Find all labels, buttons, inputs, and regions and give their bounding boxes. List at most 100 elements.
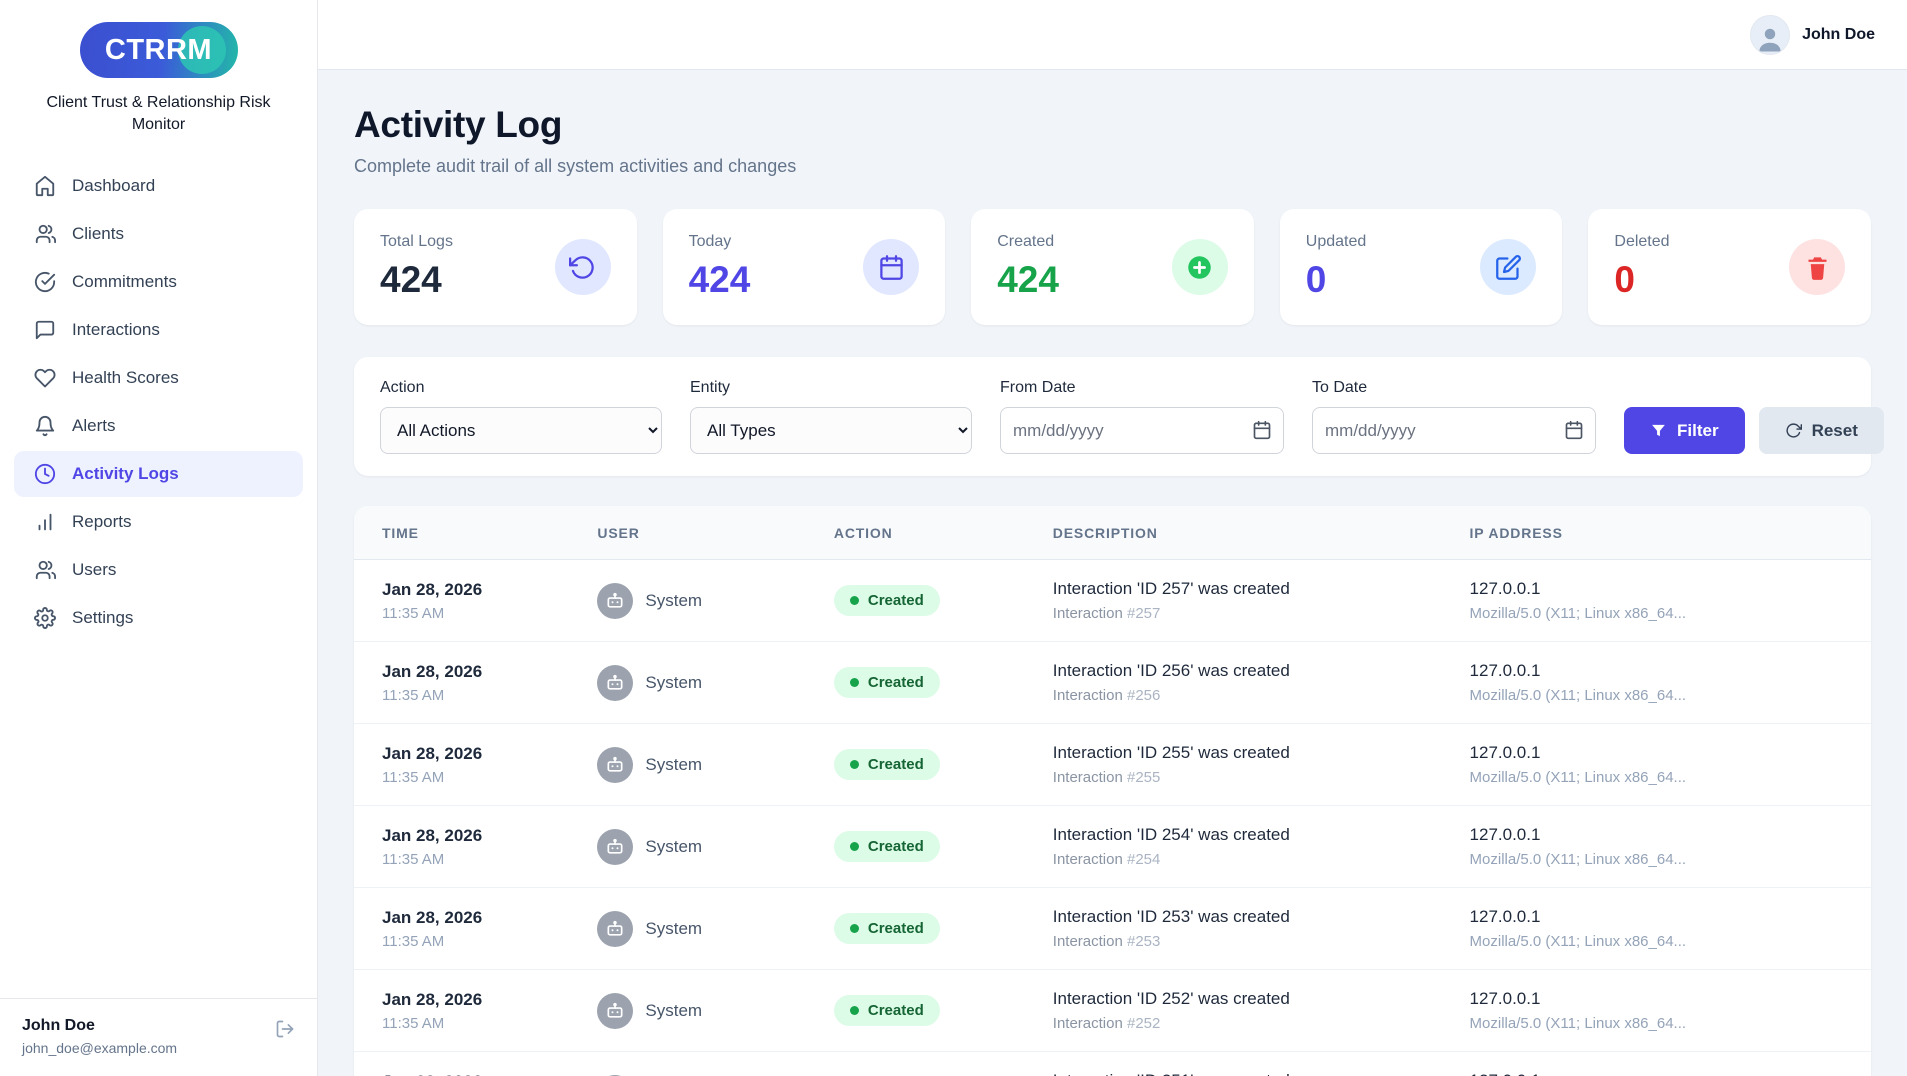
- app-logo: CTRRM: [79, 22, 238, 78]
- to-date-group: To Date: [1312, 379, 1596, 454]
- sidebar-item-alerts[interactable]: Alerts: [14, 403, 303, 449]
- sidebar-item-settings[interactable]: Settings: [14, 595, 303, 641]
- to-date-input[interactable]: [1312, 407, 1596, 454]
- log-ip: 127.0.0.1: [1469, 579, 1541, 598]
- logout-icon[interactable]: [275, 1019, 295, 1039]
- stat-label: Created: [997, 233, 1055, 250]
- stat-value: 0: [1614, 259, 1635, 300]
- log-user-agent: Mozilla/5.0 (X11; Linux x86_64...: [1469, 687, 1687, 704]
- entity-ref: #255: [1127, 769, 1161, 786]
- entity-ref: #254: [1127, 851, 1161, 868]
- user-menu[interactable]: John Doe: [1750, 14, 1875, 55]
- log-date: Jan 28, 2026: [382, 743, 483, 763]
- time-cell: Jan 28, 2026 11:35 AM: [382, 744, 597, 786]
- sidebar-item-label: Users: [72, 559, 117, 579]
- ip-cell: 127.0.0.1 Mozilla/5.0 (X11; Linux x86_64…: [1470, 661, 1843, 704]
- ip-cell: 127.0.0.1 Mozilla/5.0 (X11; Linux x86_64…: [1470, 825, 1843, 868]
- sidebar-item-label: Clients: [72, 223, 124, 243]
- system-avatar: [597, 746, 634, 783]
- calendar-icon: [878, 254, 905, 281]
- stat-icon-wrap: [554, 239, 611, 295]
- column-header-description: DESCRIPTION: [1052, 524, 1158, 541]
- stat-label: Today: [688, 233, 732, 250]
- sidebar-item-label: Commitments: [72, 271, 177, 291]
- stat-card: Total Logs 424: [354, 209, 637, 325]
- logo-text: CTRRM: [104, 33, 213, 66]
- entity-name: Interaction: [1052, 769, 1123, 786]
- table-row: Jan 28, 2026 11:35 AM System Created Int…: [354, 642, 1871, 724]
- ip-cell: 127.0.0.1 Mozilla/5.0 (X11; Linux x86_64…: [1470, 579, 1843, 622]
- sidebar-nav: Dashboard Clients Commitments Interactio…: [0, 161, 317, 998]
- from-date-label: From Date: [1000, 379, 1076, 396]
- filter-button[interactable]: Filter: [1624, 407, 1745, 454]
- action-cell: Created: [833, 585, 1053, 616]
- ip-cell: 127.0.0.1 Mozilla/5.0 (X11; Linux x86_64…: [1470, 1071, 1843, 1076]
- sidebar-item-users[interactable]: Users: [14, 547, 303, 593]
- page-content: Activity Log Complete audit trail of all…: [318, 70, 1907, 1076]
- column-header-user: USER: [597, 524, 640, 541]
- to-date-label: To Date: [1312, 379, 1368, 396]
- filter-bar: Action All Actions Entity All Types From…: [354, 357, 1884, 476]
- log-ip: 127.0.0.1: [1469, 989, 1541, 1008]
- time-cell: Jan 28, 2026 11:35 AM: [382, 990, 597, 1032]
- log-date: Jan 28, 2026: [382, 579, 483, 599]
- to-date-wrap: [1312, 407, 1596, 454]
- sidebar-item-label: Interactions: [72, 319, 160, 339]
- user-cell: System: [597, 746, 833, 783]
- reset-button[interactable]: Reset: [1758, 407, 1884, 454]
- badge-label: Created: [867, 674, 924, 691]
- entity-filter-group: Entity All Types: [690, 379, 972, 454]
- table-row: Jan 28, 2026 11:35 AM System Created Int…: [354, 724, 1871, 806]
- stat-value: 424: [997, 259, 1059, 300]
- action-badge: Created: [833, 995, 940, 1026]
- user-cell: System: [597, 910, 833, 947]
- reset-button-label: Reset: [1811, 420, 1858, 440]
- action-filter-group: Action All Actions: [380, 379, 662, 454]
- log-ip: 127.0.0.1: [1469, 743, 1541, 762]
- stat-card: Today 424: [662, 209, 946, 325]
- system-avatar: [597, 992, 634, 1029]
- badge-label: Created: [867, 920, 924, 937]
- stat-texts: Total Logs 424: [380, 233, 453, 301]
- system-avatar: [597, 910, 634, 947]
- action-badge: Created: [833, 913, 940, 944]
- log-date: Jan 28, 2026: [382, 825, 483, 845]
- entity-name: Interaction: [1052, 1015, 1123, 1032]
- user-cell: System: [597, 664, 833, 701]
- badge-dot: [849, 1006, 859, 1015]
- stat-label: Total Logs: [380, 233, 453, 250]
- badge-label: Created: [867, 1002, 924, 1019]
- sidebar-user-name: John Doe: [22, 1017, 95, 1034]
- sidebar-user-email: john_doe@example.com: [22, 1040, 178, 1056]
- sidebar-item-commitments[interactable]: Commitments: [14, 259, 303, 305]
- table-header-row: TIME USER ACTION DESCRIPTION IP ADDRESS: [354, 506, 1871, 560]
- log-time: 11:35 AM: [382, 850, 445, 868]
- action-cell: Created: [833, 749, 1053, 780]
- log-date: Jan 28, 2026: [382, 1072, 597, 1076]
- log-date: Jan 28, 2026: [382, 989, 483, 1009]
- clock-icon: [34, 463, 56, 485]
- entity-select[interactable]: All Types: [690, 407, 972, 454]
- stat-cards: Total Logs 424 Today 424 Created 424 Upd…: [354, 209, 1871, 325]
- page-subtitle: Complete audit trail of all system activ…: [354, 156, 797, 176]
- from-date-input[interactable]: [1000, 407, 1284, 454]
- badge-dot: [849, 678, 859, 687]
- badge-dot: [849, 924, 859, 933]
- sidebar-item-clients[interactable]: Clients: [14, 211, 303, 257]
- table-row: Jan 28, 2026 11:35 AM System Created Int…: [354, 1052, 1871, 1076]
- log-description: Interaction 'ID 252' was created: [1052, 989, 1290, 1008]
- table-row: Jan 28, 2026 11:35 AM System Created Int…: [354, 888, 1871, 970]
- sidebar-item-health-scores[interactable]: Health Scores: [14, 355, 303, 401]
- stat-card: Deleted 0: [1588, 209, 1871, 325]
- sidebar-item-interactions[interactable]: Interactions: [14, 307, 303, 353]
- sidebar-item-reports[interactable]: Reports: [14, 499, 303, 545]
- action-select[interactable]: All Actions: [380, 407, 662, 454]
- sidebar-item-activity-logs[interactable]: Activity Logs: [14, 450, 303, 497]
- history-icon: [569, 254, 596, 281]
- entity-name: Interaction: [1052, 851, 1123, 868]
- entity-ref: #253: [1127, 933, 1161, 950]
- table-body: Jan 28, 2026 11:35 AM System Created Int…: [354, 560, 1871, 1076]
- filter-buttons: Filter Reset: [1624, 407, 1884, 454]
- sidebar-item-dashboard[interactable]: Dashboard: [14, 163, 303, 209]
- log-ip: 127.0.0.1: [1469, 825, 1541, 844]
